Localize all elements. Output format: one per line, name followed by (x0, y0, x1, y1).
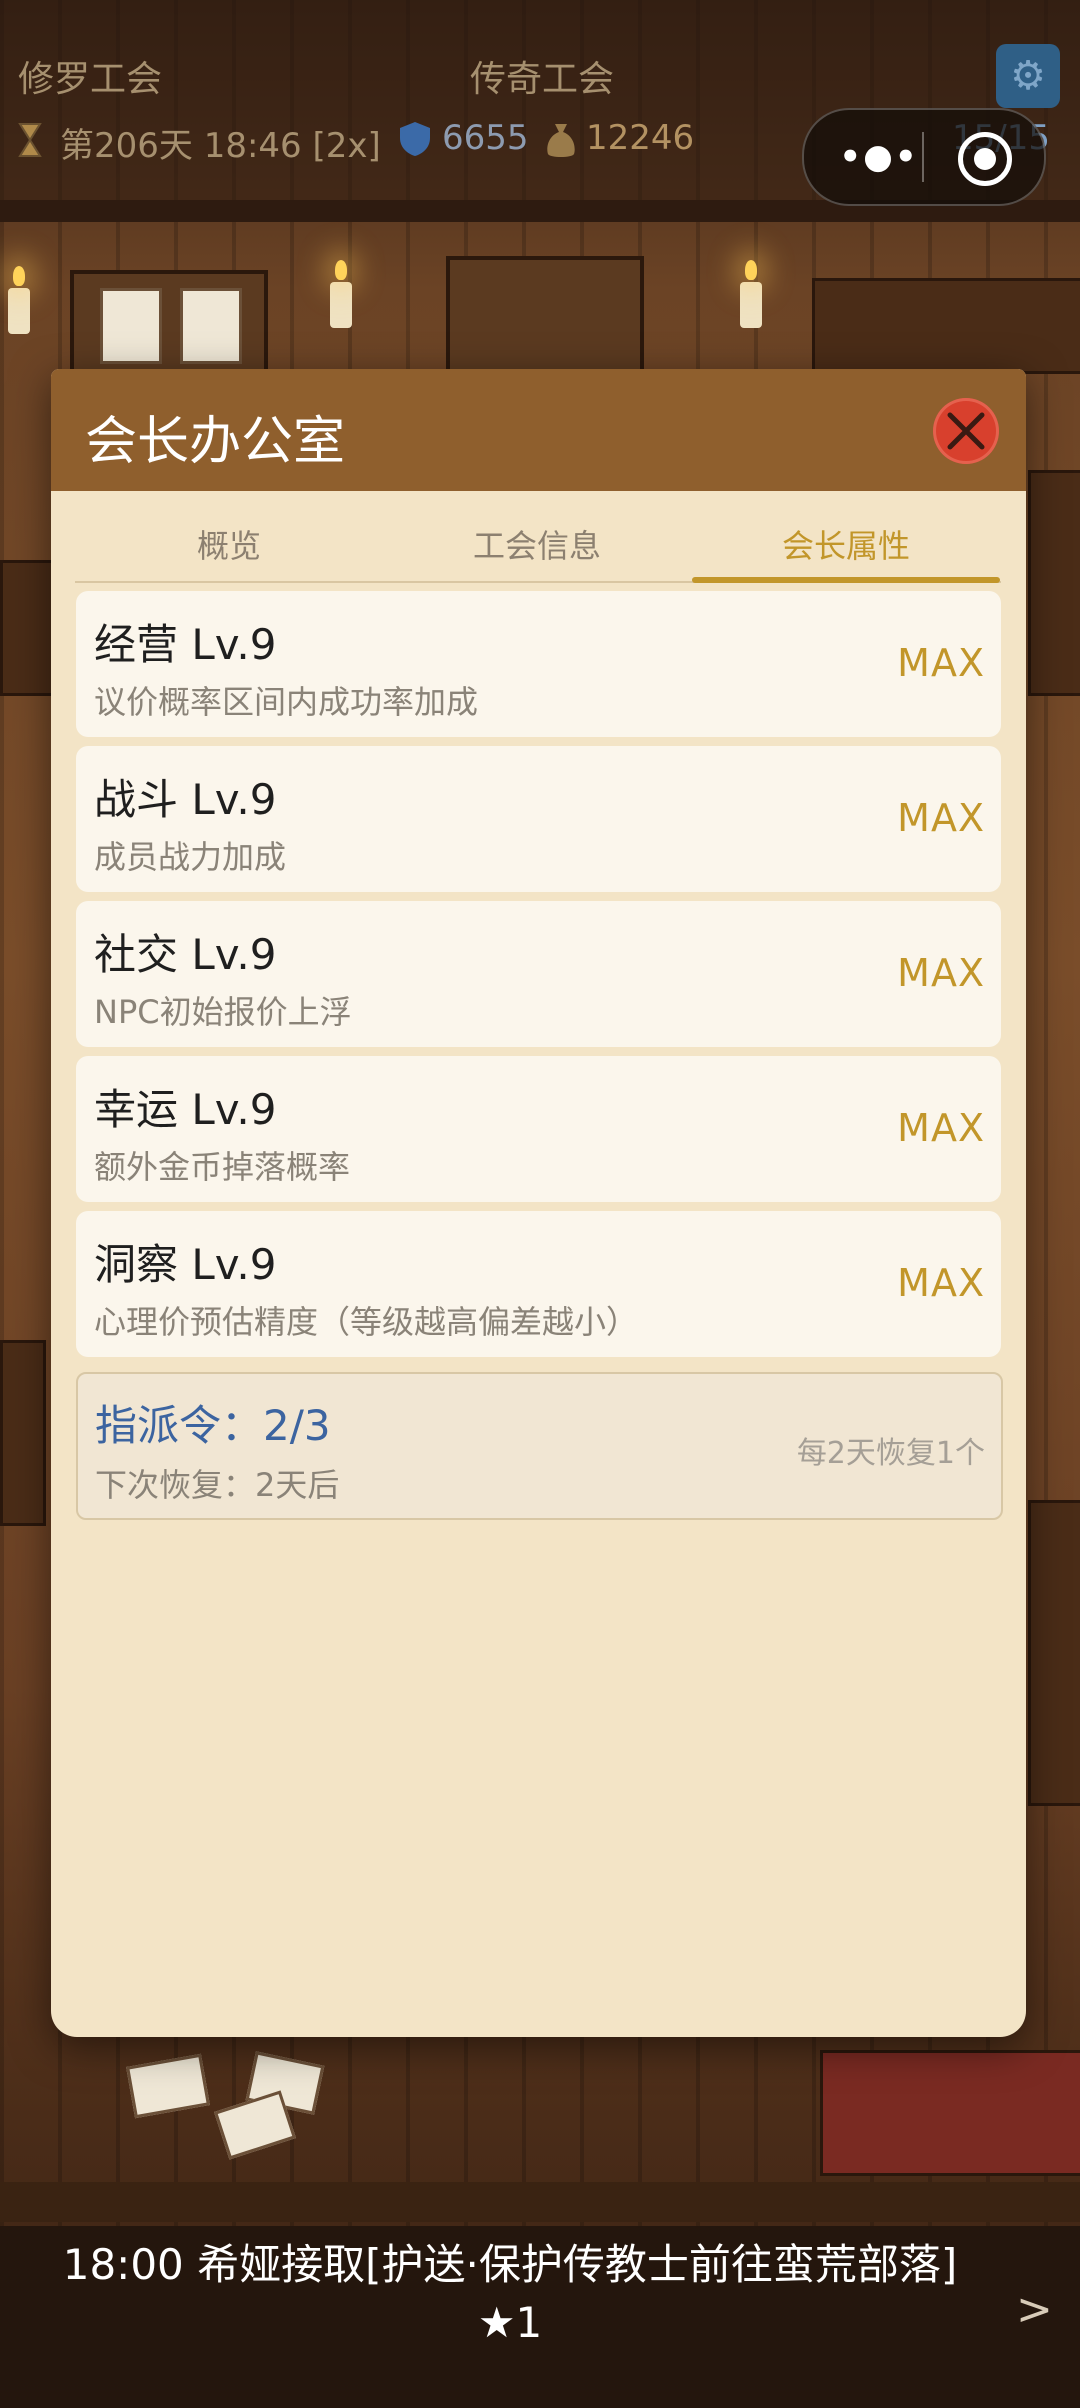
attribute-desc: 议价概率区间内成功率加成 (94, 683, 479, 721)
attribute-desc: 额外金币掉落概率 (94, 1148, 351, 1186)
event-ticker[interactable]: 18:00 希娅接取[护送·保护传教士前往蛮荒部落] ★1 > (0, 2226, 1080, 2408)
floor-edge (0, 2182, 1080, 2222)
attribute-desc: 成员战力加成 (94, 838, 287, 876)
right-bookshelf (1028, 1500, 1080, 1806)
notice-paper (180, 288, 242, 364)
dispatch-recovery-rule: 每2天恢复1个 (796, 1436, 985, 1471)
floor-letter (126, 2053, 210, 2119)
attribute-max-label: MAX (897, 951, 985, 995)
capsule-divider (922, 132, 924, 182)
attribute-desc: NPC初始报价上浮 (94, 993, 352, 1031)
dispatch-next-recovery: 下次恢复：2天后 (95, 1466, 340, 1504)
tab-president-attributes[interactable]: 会长属性 (692, 521, 1000, 583)
attribute-desc: 心理价预估精度（等级越高偏差越小） (94, 1303, 639, 1341)
attribute-name: 社交 Lv.9 (94, 930, 277, 979)
dispatch-order-count: 指派令：2/3 (95, 1401, 331, 1450)
close-icon (947, 412, 985, 450)
rug (820, 2050, 1080, 2176)
left-post (0, 1340, 46, 1526)
dialog-title: 会长办公室 (85, 412, 346, 472)
attribute-name: 幸运 Lv.9 (94, 1085, 277, 1134)
candle (740, 260, 762, 328)
dialog-header: 会长办公室 (51, 369, 1026, 491)
guild-name-center: 传奇工会 (470, 59, 615, 100)
gold-value: 12246 (586, 118, 695, 158)
tab-bar: 概览 工会信息 会长属性 (75, 521, 1001, 583)
attribute-card-social: 社交 Lv.9 NPC初始报价上浮 MAX (76, 901, 1001, 1047)
attribute-card-combat: 战斗 Lv.9 成员战力加成 MAX (76, 746, 1001, 892)
attribute-max-label: MAX (897, 1106, 985, 1150)
left-shelf (0, 560, 58, 696)
candle (330, 260, 352, 328)
attribute-card-luck: 幸运 Lv.9 额外金币掉落概率 MAX (76, 1056, 1001, 1202)
tab-overview[interactable]: 概览 (75, 521, 383, 581)
attribute-name: 洞察 Lv.9 (94, 1240, 277, 1289)
hourglass-icon (18, 123, 42, 157)
more-icon[interactable]: •●• (834, 132, 924, 182)
dispatch-order-panel: 指派令：2/3 下次恢复：2天后 每2天恢复1个 (76, 1372, 1003, 1520)
president-office-dialog: 会长办公室 概览 工会信息 会长属性 经营 Lv.9 议价概率区间内成功率加成 … (51, 369, 1026, 2037)
shield-value: 6655 (442, 118, 529, 158)
counter (812, 278, 1080, 374)
target-icon[interactable] (958, 132, 1012, 186)
attribute-max-label: MAX (897, 641, 985, 685)
close-button[interactable] (933, 398, 999, 464)
right-shelf (1028, 470, 1080, 696)
floor-letter (213, 2090, 297, 2160)
ticker-line-1: 18:00 希娅接取[护送·保护传教士前往蛮荒部落] (62, 2240, 958, 2289)
attribute-name: 战斗 Lv.9 (94, 775, 277, 824)
settings-icon[interactable]: ⚙ (996, 44, 1060, 108)
notice-paper (100, 288, 162, 364)
ticker-arrow-icon[interactable]: > (1016, 2284, 1053, 2335)
miniprogram-capsule: •●• (802, 108, 1046, 206)
ticker-line-2: ★1 (477, 2298, 543, 2347)
attribute-max-label: MAX (897, 1261, 985, 1305)
candle (8, 266, 30, 334)
day-time-readout: 第206天 18:46 [2x] (60, 126, 381, 166)
shield-icon (400, 122, 430, 156)
guild-name-left: 修罗工会 (18, 59, 163, 100)
attribute-name: 经营 Lv.9 (94, 620, 277, 669)
tab-guild-info[interactable]: 工会信息 (383, 521, 691, 581)
attribute-card-business: 经营 Lv.9 议价概率区间内成功率加成 MAX (76, 591, 1001, 737)
attribute-max-label: MAX (897, 796, 985, 840)
ticker-message: 18:00 希娅接取[护送·保护传教士前往蛮荒部落] ★1 (30, 2236, 990, 2352)
attribute-card-insight: 洞察 Lv.9 心理价预估精度（等级越高偏差越小） MAX (76, 1211, 1001, 1357)
wooden-door (446, 256, 644, 378)
money-bag-icon (547, 124, 575, 157)
